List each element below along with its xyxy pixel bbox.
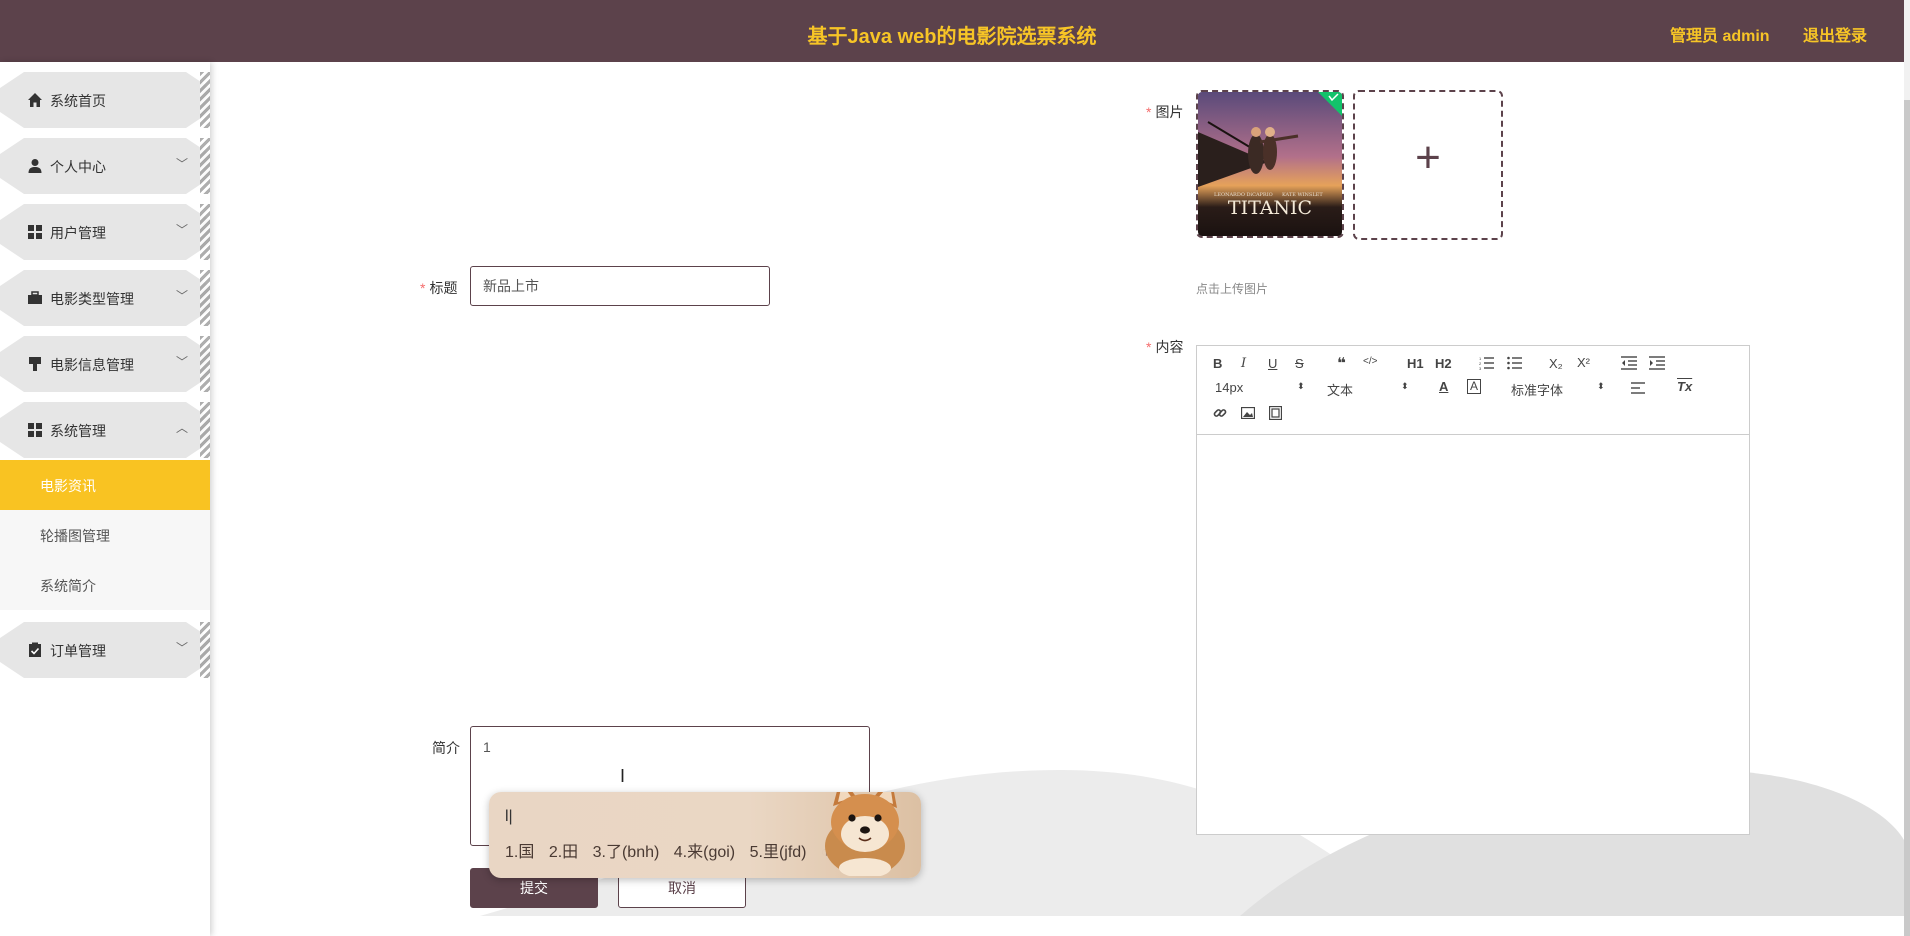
uploaded-image-thumbnail[interactable]: LEONARDO DiCAPRIO KATE WINSLET TITANIC xyxy=(1196,90,1344,238)
superscript-button[interactable]: X² xyxy=(1577,355,1590,370)
plus-icon: + xyxy=(1415,133,1441,182)
editor-content-area[interactable] xyxy=(1197,435,1749,835)
underline-button[interactable]: U xyxy=(1268,356,1277,371)
poster-title: TITANIC xyxy=(1228,197,1312,219)
ime-candidate[interactable]: 5.里(jfd) xyxy=(750,844,807,861)
title-input[interactable] xyxy=(470,266,770,306)
text-cursor-icon: I xyxy=(620,766,626,786)
code-button[interactable]: </> xyxy=(1363,356,1377,367)
blockquote-button[interactable]: ❝ xyxy=(1337,354,1346,372)
ime-candidate-list: 1.国 2.田 3.了(bnh) 4.来(goi) 5.里(jfd) ◑ xyxy=(505,838,831,862)
required-marker: * xyxy=(420,280,426,296)
font-color-icon[interactable]: A xyxy=(1439,379,1448,394)
background-color-icon[interactable]: A xyxy=(1467,379,1482,394)
scrollbar-thumb[interactable] xyxy=(1904,100,1910,936)
image-label: * 图片 xyxy=(1146,104,1184,120)
select-arrow-icon: ⬍ xyxy=(1597,381,1605,391)
movie-poster-image: LEONARDO DiCAPRIO KATE WINSLET TITANIC xyxy=(1198,92,1342,236)
h1-button[interactable]: H1 xyxy=(1407,356,1424,371)
bullet-list-icon[interactable] xyxy=(1507,356,1522,370)
ime-candidate[interactable]: 3.了(bnh) xyxy=(593,844,660,861)
font-size-select[interactable]: 14px ⬍ xyxy=(1215,380,1311,395)
title-label: * 标题 xyxy=(420,280,458,296)
ime-candidate[interactable]: 1.国 xyxy=(505,844,534,861)
italic-button[interactable]: I xyxy=(1241,356,1246,371)
align-icon[interactable] xyxy=(1631,382,1645,394)
required-marker: * xyxy=(1146,339,1152,355)
svg-text:3: 3 xyxy=(1479,366,1482,370)
ime-candidate[interactable]: 2.田 xyxy=(549,844,578,861)
ime-candidate-window: l| 1.国 2.田 3.了(bnh) 4.来(goi) 5.里(jfd) ◑ xyxy=(489,792,921,878)
ordered-list-icon[interactable]: 123 xyxy=(1479,356,1494,370)
strike-button[interactable]: S xyxy=(1295,356,1304,371)
font-family-select[interactable]: 标准字体 ⬍ xyxy=(1511,380,1605,399)
summary-label: 简介 xyxy=(432,740,460,756)
outdent-icon[interactable] xyxy=(1621,356,1637,370)
ime-composition: l| xyxy=(505,808,513,825)
video-icon[interactable] xyxy=(1269,406,1282,420)
ime-candidate[interactable]: 4.来(goi) xyxy=(674,844,735,861)
upload-tip: 点击上传图片 xyxy=(1196,282,1269,296)
shiba-dog-skin-image xyxy=(825,792,905,876)
clear-format-icon[interactable]: Tx xyxy=(1677,379,1692,394)
upload-image-button[interactable]: + xyxy=(1353,90,1503,240)
editor-toolbar: B I U S ❝ </> H1 H2 123 X₂ X² 14px ⬍ 文本 ⬍ xyxy=(1197,346,1749,435)
link-icon[interactable] xyxy=(1213,406,1227,420)
page-scrollbar[interactable] xyxy=(1904,0,1910,936)
select-arrow-icon: ⬍ xyxy=(1297,381,1305,391)
indent-icon[interactable] xyxy=(1649,356,1665,370)
content-label: * 内容 xyxy=(1146,339,1184,355)
image-icon[interactable] xyxy=(1241,407,1255,419)
h2-button[interactable]: H2 xyxy=(1435,356,1452,371)
subscript-button[interactable]: X₂ xyxy=(1549,356,1563,371)
rich-text-editor: B I U S ❝ </> H1 H2 123 X₂ X² 14px ⬍ 文本 ⬍ xyxy=(1196,345,1750,835)
text-type-select[interactable]: 文本 ⬍ xyxy=(1327,380,1411,399)
required-marker: * xyxy=(1146,104,1152,120)
bold-button[interactable]: B xyxy=(1213,356,1222,371)
select-arrow-icon: ⬍ xyxy=(1401,381,1409,391)
